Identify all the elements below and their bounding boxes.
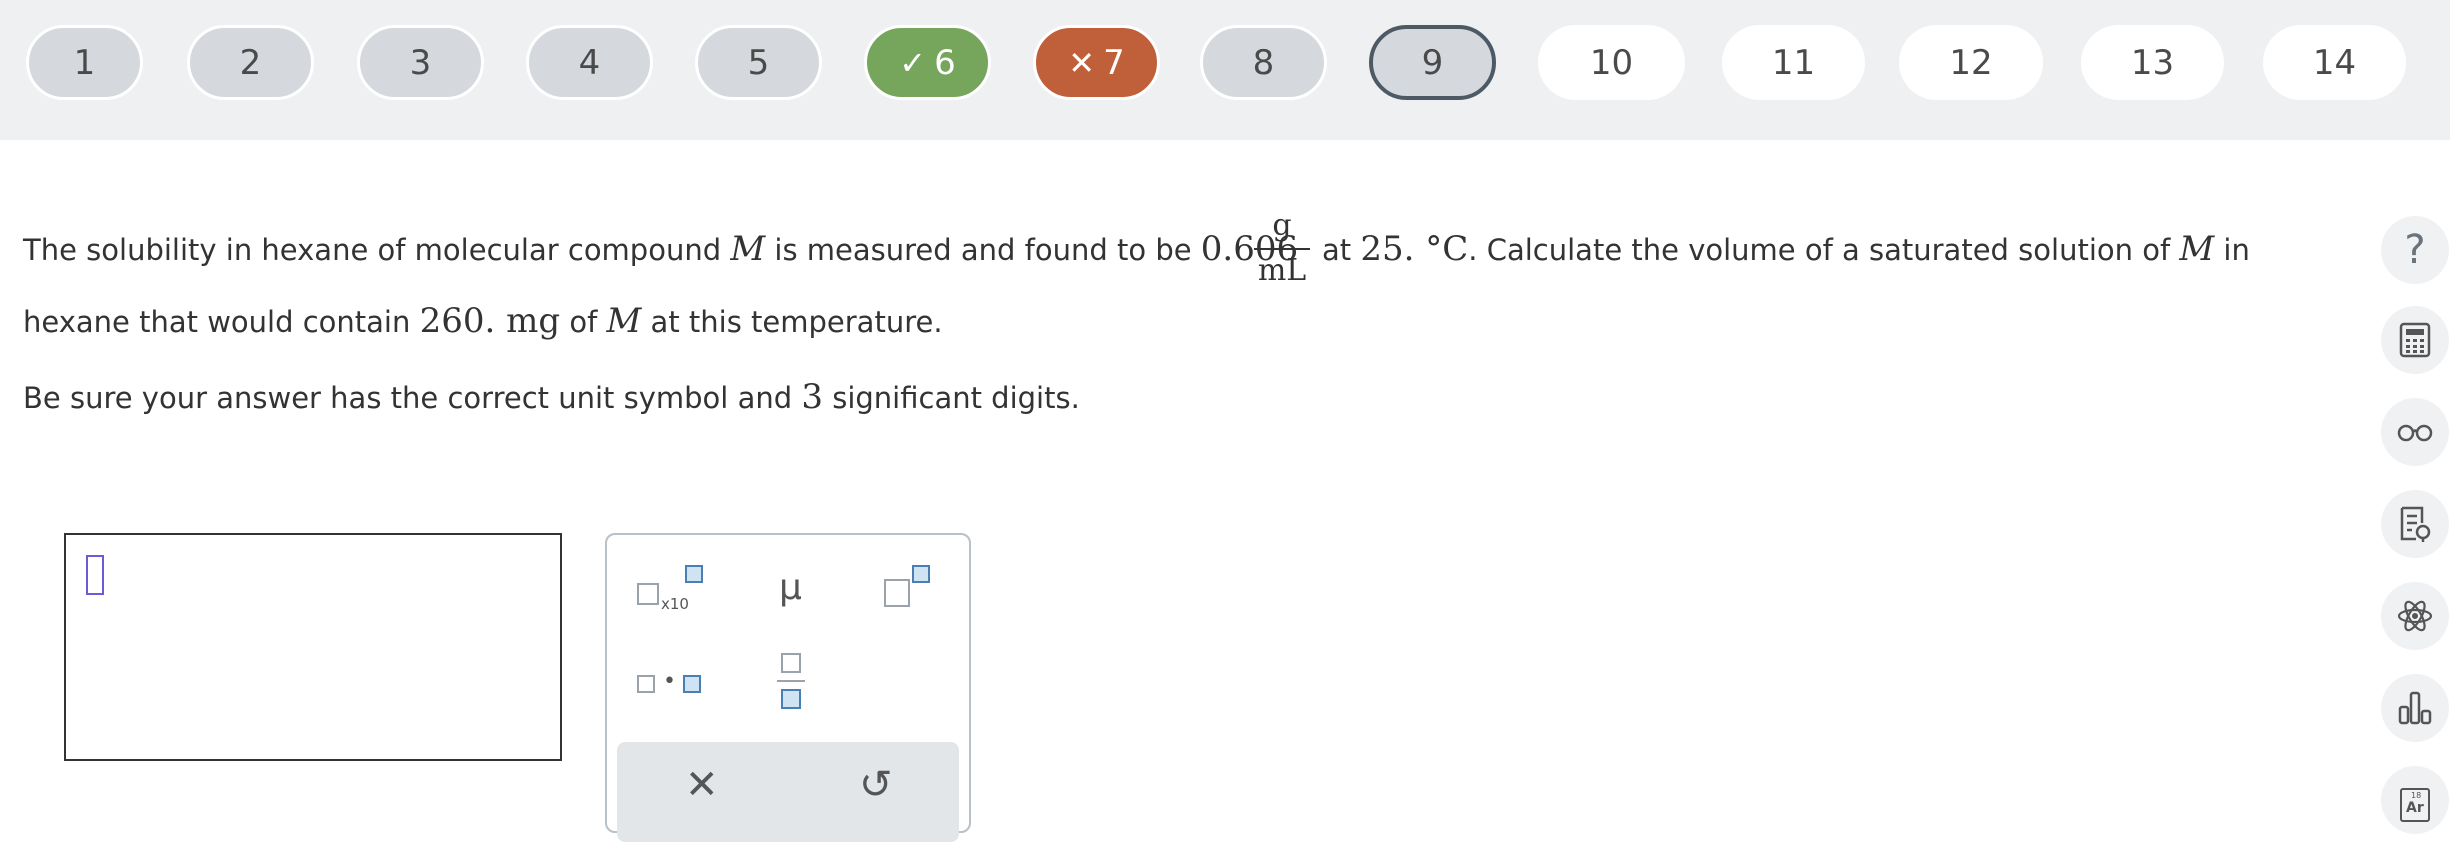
question-text: of [560, 305, 607, 339]
question-5-button[interactable]: 5 [695, 25, 822, 100]
cross-icon: ✕ [1068, 43, 1096, 82]
temperature-value: 25. °C [1360, 229, 1469, 269]
question-line-2: hexane that would contain 260. mg of M a… [23, 301, 943, 341]
fraction-numerator: g [1272, 208, 1292, 243]
question-number: 6 [934, 42, 956, 83]
compound-variable: M [730, 229, 766, 269]
question-12-button[interactable]: 12 [1899, 25, 2043, 100]
element-symbol: Ar [2406, 800, 2424, 816]
x10-label: x10 [661, 595, 689, 613]
clear-icon[interactable]: ✕ [685, 762, 719, 808]
math-palette: x10 μ • ✕ ↺ [605, 533, 971, 842]
question-number: 13 [2130, 42, 2175, 83]
question-text: in [2214, 233, 2250, 267]
compound-variable: M [606, 301, 642, 341]
superscript-button[interactable] [882, 565, 942, 617]
base-box-icon [884, 579, 910, 607]
answer-input[interactable] [64, 533, 562, 761]
question-text: The solubility in hexane of molecular co… [23, 233, 731, 267]
checkmark-icon: ✓ [899, 43, 927, 82]
exponent-box-icon [685, 565, 703, 583]
dot-icon: • [663, 669, 676, 694]
question-number: 4 [578, 42, 601, 83]
question-14-button[interactable]: 14 [2263, 25, 2406, 100]
question-text: at this temperature. [641, 305, 943, 339]
calculator-button[interactable] [2381, 306, 2449, 374]
question-text: at [1322, 233, 1361, 267]
mu-label: μ [779, 567, 802, 608]
question-1-button[interactable]: 1 [26, 25, 143, 100]
question-number: 11 [1771, 42, 1816, 83]
scientific-notation-button[interactable]: x10 [635, 565, 707, 617]
question-number: 5 [747, 42, 770, 83]
question-number: 7 [1103, 42, 1125, 83]
fraction-button[interactable] [771, 653, 811, 715]
question-9-button[interactable]: 9 [1369, 25, 1496, 100]
question-text: is measured and found to be [765, 233, 1201, 267]
bar-chart-icon [2398, 691, 2432, 725]
question-text: hexane that would contain [23, 305, 420, 339]
sig-digits-value: 3 [801, 377, 823, 417]
glasses-icon [2397, 424, 2433, 442]
mass-value: 260. mg [419, 301, 561, 341]
reading-glasses-button[interactable] [2381, 398, 2449, 466]
question-number: 8 [1252, 42, 1275, 83]
question-11-button[interactable]: 11 [1722, 25, 1865, 100]
base-box-icon [637, 583, 659, 605]
question-text: . Calculate the volume of a saturated so… [1468, 233, 2180, 267]
question-number: 3 [409, 42, 432, 83]
question-8-button[interactable]: 8 [1200, 25, 1327, 100]
question-2-button[interactable]: 2 [187, 25, 314, 100]
undo-icon[interactable]: ↺ [859, 762, 893, 808]
question-number: 10 [1589, 42, 1634, 83]
numerator-box-icon [781, 653, 801, 673]
question-instruction: Be sure your answer has the correct unit… [23, 377, 1080, 417]
fraction-denominator: mL [1257, 253, 1307, 288]
left-box-icon [637, 675, 655, 693]
notes-button[interactable] [2381, 490, 2449, 558]
exponent-box-icon [912, 565, 930, 583]
question-number: 14 [2312, 42, 2357, 83]
input-cursor [86, 555, 104, 595]
question-number: 9 [1421, 42, 1444, 83]
chart-button[interactable] [2381, 674, 2449, 742]
question-number: 1 [73, 42, 96, 83]
question-13-button[interactable]: 13 [2081, 25, 2224, 100]
denominator-box-icon [781, 689, 801, 709]
notes-icon [2400, 506, 2431, 542]
atom-icon [2397, 600, 2433, 632]
periodic-table-icon: 18 Ar [2400, 788, 2430, 822]
multiply-dot-button[interactable]: • [635, 665, 707, 707]
question-number: 2 [239, 42, 262, 83]
question-10-button[interactable]: 10 [1538, 25, 1685, 100]
compound-variable: M [2179, 229, 2215, 269]
micro-prefix-button[interactable]: μ [767, 563, 817, 615]
atom-button[interactable] [2381, 582, 2449, 650]
palette-action-bar: ✕ ↺ [617, 742, 959, 842]
question-4-button[interactable]: 4 [526, 25, 653, 100]
right-box-icon [683, 675, 701, 693]
periodic-table-button[interactable]: 18 Ar [2381, 766, 2449, 834]
calculator-icon [2399, 322, 2431, 358]
question-text: Be sure your answer has the correct unit… [23, 381, 802, 415]
question-nav-bar: 1 2 3 4 5 ✓ 6 ✕ 7 8 9 10 11 12 13 14 [0, 0, 2450, 140]
fraction-line-icon [777, 680, 805, 682]
solubility-unit-fraction: g mL [1252, 204, 1312, 292]
question-line-1-cont: at 25. °C. Calculate the volume of a sat… [1322, 229, 2250, 269]
help-icon: ? [2404, 227, 2426, 273]
question-7-button[interactable]: ✕ 7 [1033, 25, 1160, 100]
question-3-button[interactable]: 3 [357, 25, 484, 100]
help-button[interactable]: ? [2381, 216, 2449, 284]
question-6-button[interactable]: ✓ 6 [864, 25, 991, 100]
question-number: 12 [1949, 42, 1993, 83]
question-line-1: The solubility in hexane of molecular co… [23, 229, 1298, 269]
atomic-number: 18 [2411, 791, 2422, 800]
question-text: significant digits. [823, 381, 1080, 415]
